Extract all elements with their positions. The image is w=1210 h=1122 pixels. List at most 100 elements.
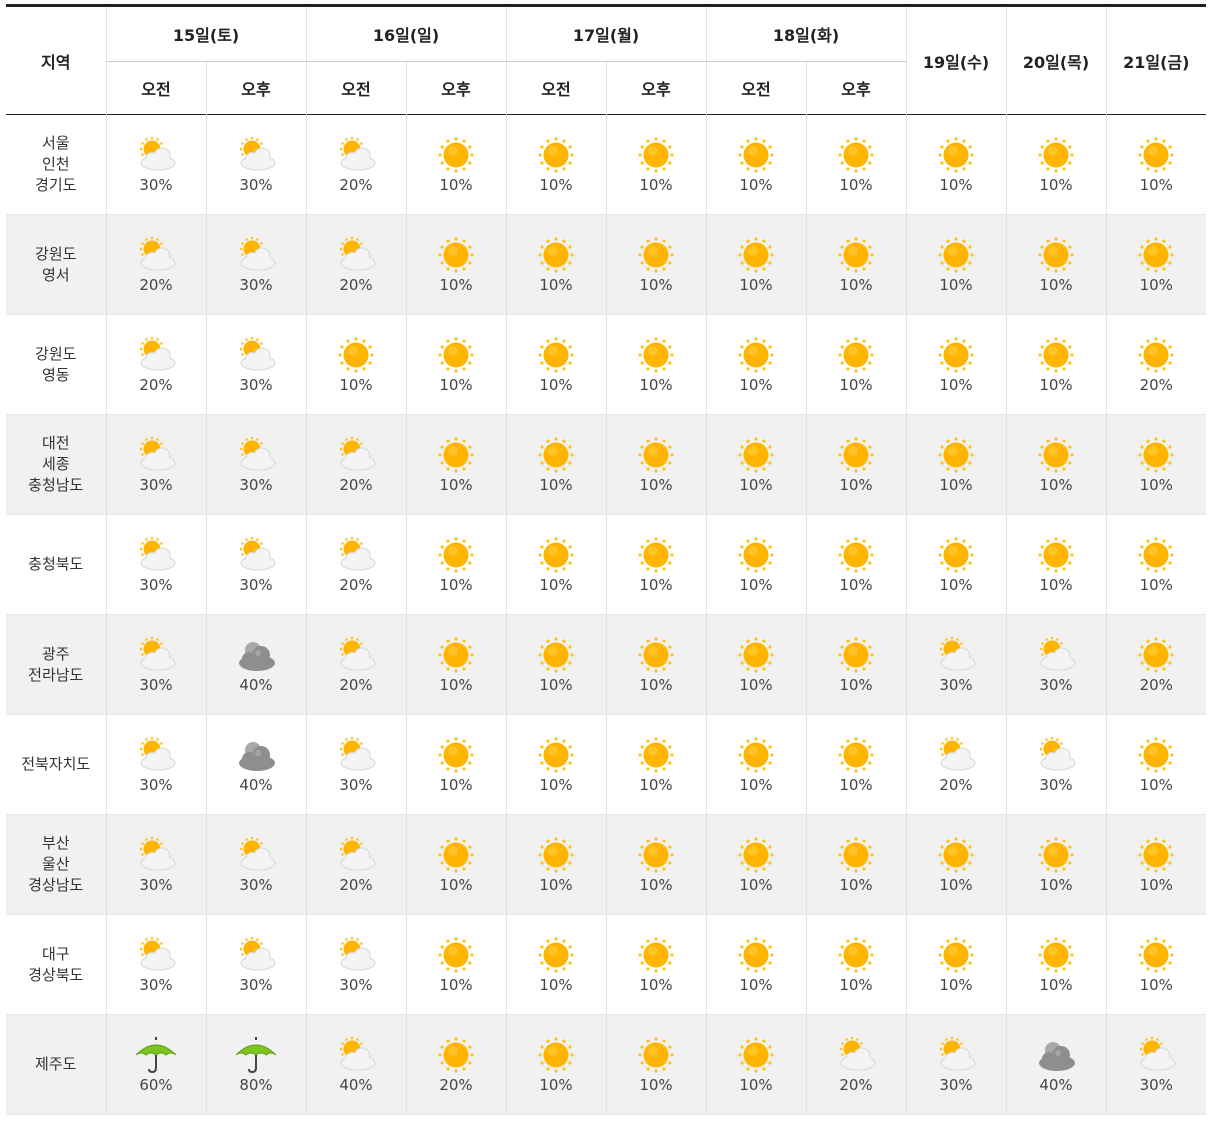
forecast-cell: 10% <box>805 514 906 615</box>
precip-probability: 30% <box>339 976 373 994</box>
region-name: 광주 전라남도 <box>6 614 106 715</box>
precip-probability: 40% <box>1039 1076 1073 1094</box>
forecast-cell: 10% <box>505 514 606 615</box>
precip-probability: 10% <box>539 476 573 494</box>
precip-probability: 10% <box>939 576 973 594</box>
forecast-cell: 10% <box>905 814 1006 915</box>
forecast-cell: 10% <box>405 114 506 215</box>
forecast-cell: 20% <box>105 314 206 415</box>
precip-probability: 10% <box>439 576 473 594</box>
precip-probability: 10% <box>639 876 673 894</box>
region-name: 부산 울산 경상남도 <box>6 814 106 915</box>
forecast-cell: 30% <box>105 114 206 215</box>
sun-icon <box>932 135 980 175</box>
precip-probability: 10% <box>839 176 873 194</box>
region-name-line: 서울 <box>41 134 70 152</box>
sun-icon <box>832 835 880 875</box>
partly-cloudy-icon <box>132 435 180 475</box>
precip-probability: 10% <box>1139 776 1173 794</box>
forecast-cell: 10% <box>805 114 906 215</box>
precip-probability: 10% <box>739 1076 773 1094</box>
forecast-row: 제주도 60% 80% 40% 20% 10% 10% 10% 20% 30% <box>6 1014 1206 1115</box>
precip-probability: 10% <box>1139 976 1173 994</box>
partly-cloudy-icon <box>132 535 180 575</box>
forecast-cell: 10% <box>805 914 906 1015</box>
forecast-cell: 30% <box>105 714 206 815</box>
sun-icon <box>532 435 580 475</box>
precip-probability: 10% <box>1039 176 1073 194</box>
forecast-cell: 10% <box>605 314 706 415</box>
forecast-cell: 10% <box>405 514 506 615</box>
sun-icon <box>532 1035 580 1075</box>
forecast-cell: 10% <box>705 1014 806 1115</box>
precip-probability: 20% <box>439 1076 473 1094</box>
forecast-cell: 10% <box>505 914 606 1015</box>
day-header-21: 21일(금) <box>1105 5 1206 115</box>
region-name-line: 제주도 <box>35 1055 77 1073</box>
precip-probability: 10% <box>539 576 573 594</box>
pm-header: 오후 <box>805 61 906 115</box>
cloudy-icon <box>232 635 280 675</box>
sun-icon <box>832 935 880 975</box>
precip-probability: 10% <box>539 676 573 694</box>
sun-icon <box>632 935 680 975</box>
partly-cloudy-icon <box>332 735 380 775</box>
cloudy-icon <box>232 735 280 775</box>
forecast-cell: 10% <box>705 914 806 1015</box>
forecast-cell: 10% <box>905 914 1006 1015</box>
forecast-row: 광주전라남도 30% 40% 20% 10% 10% 10% 10% 10% <box>6 614 1206 715</box>
region-name-line: 세종 <box>41 455 70 473</box>
forecast-cell: 30% <box>1005 714 1106 815</box>
sun-icon <box>1132 635 1180 675</box>
precip-probability: 10% <box>739 276 773 294</box>
am-header: 오전 <box>305 61 406 115</box>
precip-probability: 30% <box>239 476 273 494</box>
partly-cloudy-icon <box>932 635 980 675</box>
precip-probability: 10% <box>639 476 673 494</box>
precip-probability: 10% <box>739 476 773 494</box>
partly-cloudy-icon <box>132 235 180 275</box>
region-name: 제주도 <box>6 1014 106 1115</box>
precip-probability: 10% <box>939 276 973 294</box>
forecast-cell: 10% <box>405 214 506 315</box>
precip-probability: 30% <box>139 176 173 194</box>
sun-icon <box>1032 435 1080 475</box>
forecast-cell: 30% <box>205 414 306 515</box>
forecast-row: 충청북도 30% 30% 20% 10% 10% 10% 10% 10% 10% 10% 10% <box>6 514 1206 615</box>
precip-probability: 20% <box>1139 676 1173 694</box>
precip-probability: 20% <box>339 176 373 194</box>
sun-icon <box>1132 935 1180 975</box>
pm-header: 오후 <box>205 61 306 115</box>
precip-probability: 30% <box>939 676 973 694</box>
forecast-cell: 20% <box>305 514 406 615</box>
region-name-line: 영동 <box>41 365 70 384</box>
forecast-cell: 20% <box>905 714 1006 815</box>
forecast-row: 서울 인천 경기도 30% 30% 20% 10% 10% 10% 10% 10% 10% 10%… <box>6 114 1206 215</box>
forecast-cell: 20% <box>805 1014 906 1115</box>
sun-icon <box>532 735 580 775</box>
forecast-cell: 30% <box>105 914 206 1015</box>
forecast-cell: 40% <box>305 1014 406 1115</box>
cloudy-icon <box>1032 1035 1080 1075</box>
partly-cloudy-icon <box>132 735 180 775</box>
region-name-line: 경기도 <box>35 176 77 194</box>
forecast-row: 대구 경상북도 30% 30% 30% 10% 10% 10% 10% 10% 10% 10% 1… <box>6 914 1206 1015</box>
precip-probability: 10% <box>539 376 573 394</box>
forecast-body: 서울 인천 경기도 30% 30% 20% 10% 10% 10% 10% 10% 10% 10%… <box>6 114 1206 1115</box>
sun-icon <box>732 1035 780 1075</box>
forecast-cell: 10% <box>505 414 606 515</box>
precip-probability: 10% <box>839 376 873 394</box>
forecast-cell: 10% <box>705 114 806 215</box>
forecast-cell: 10% <box>405 414 506 515</box>
forecast-cell: 30% <box>205 114 306 215</box>
forecast-cell: 10% <box>605 814 706 915</box>
precip-probability: 30% <box>239 376 273 394</box>
day-header-18: 18일(화) <box>705 5 906 62</box>
am-header: 오전 <box>705 61 806 115</box>
precip-probability: 10% <box>639 576 673 594</box>
forecast-cell: 10% <box>705 314 806 415</box>
partly-cloudy-icon <box>332 635 380 675</box>
sun-icon <box>1032 135 1080 175</box>
region-name: 강원도 영동 <box>6 314 106 415</box>
precip-probability: 10% <box>939 976 973 994</box>
